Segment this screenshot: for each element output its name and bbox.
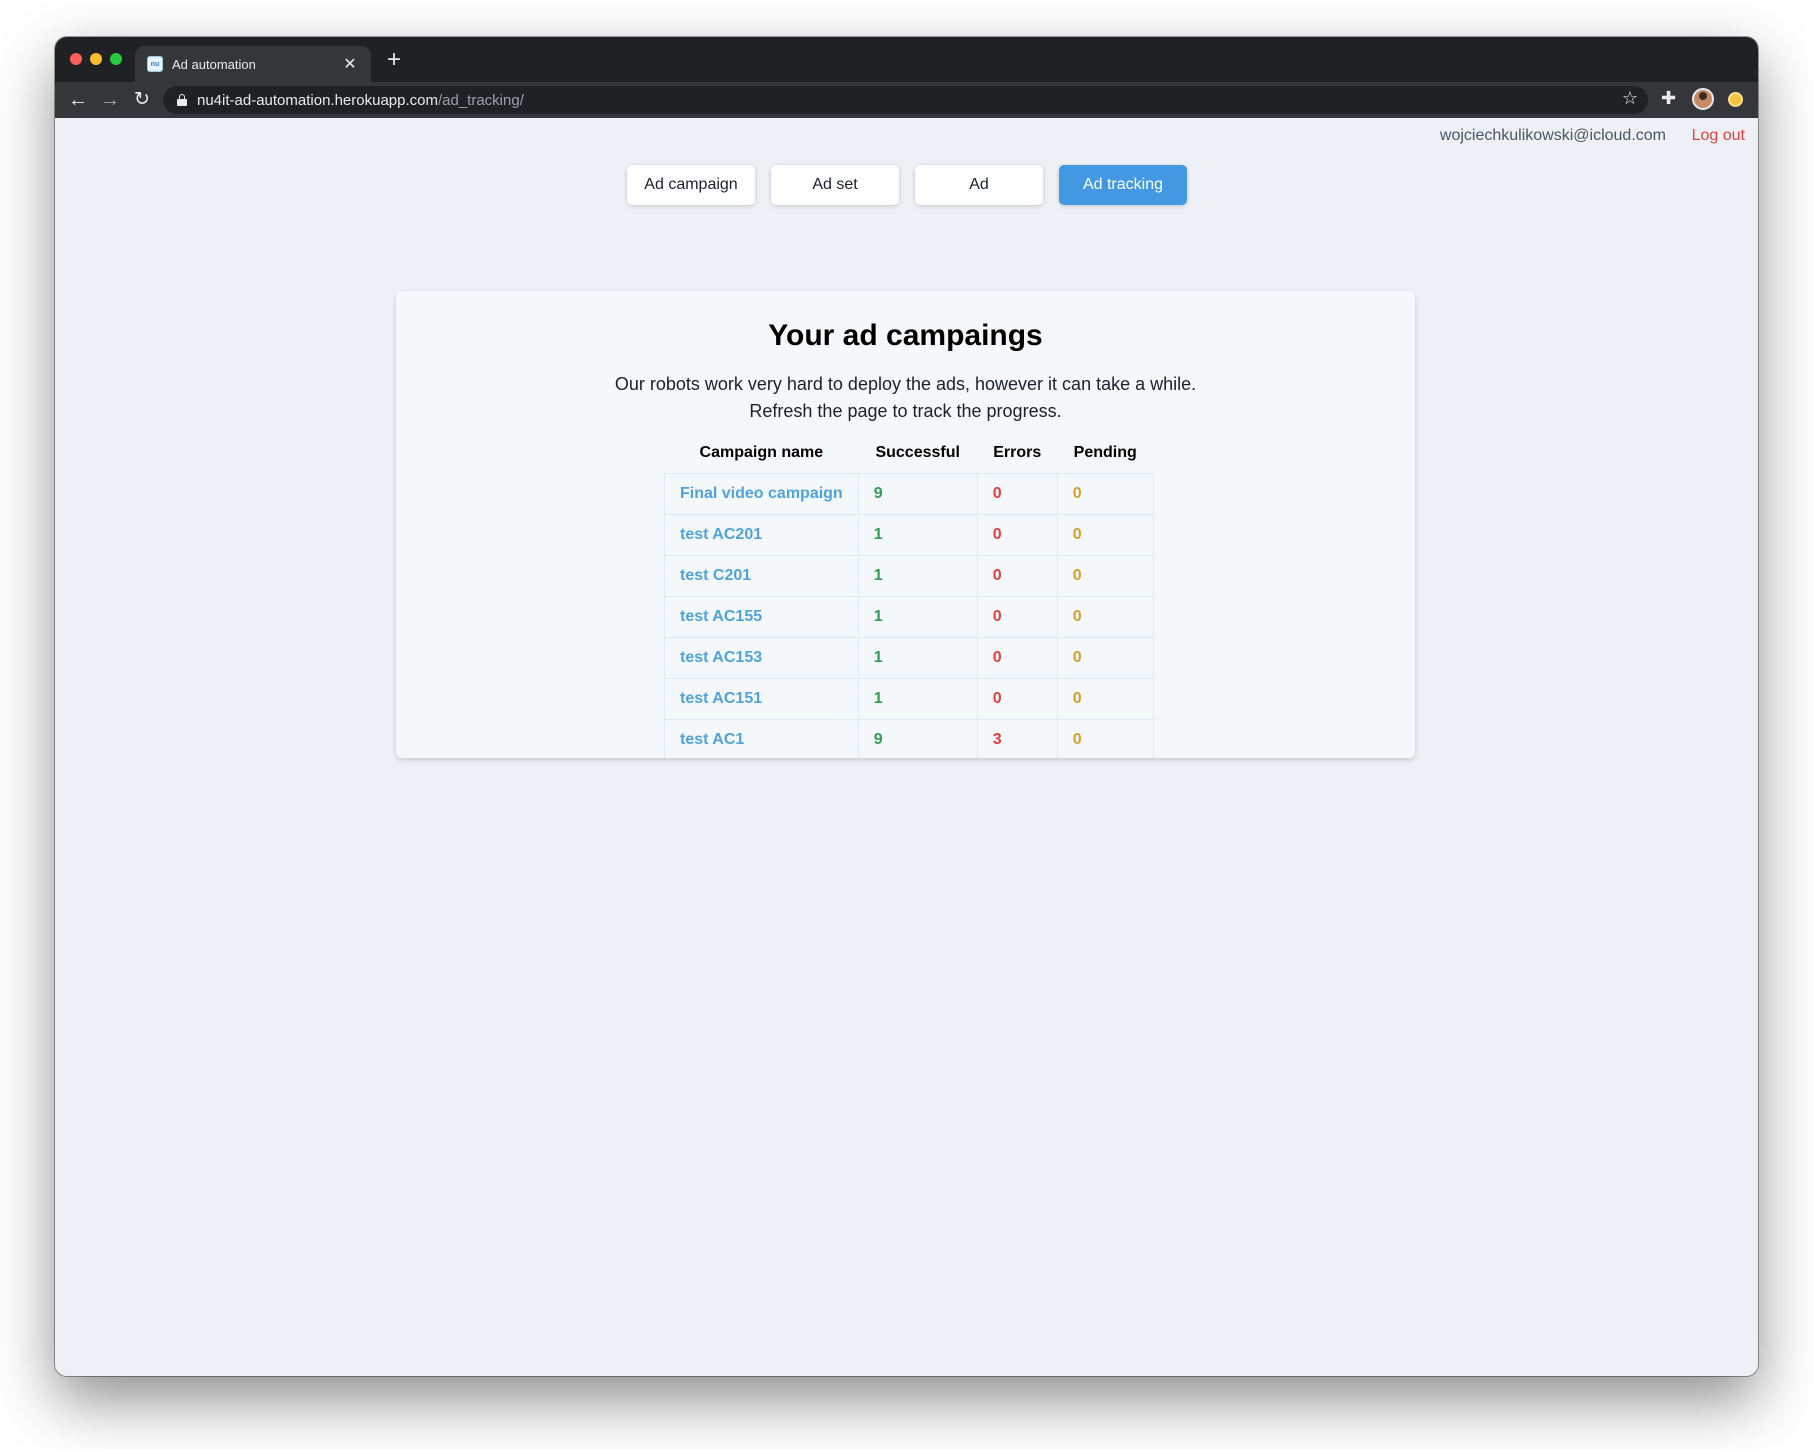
campaign-name-link[interactable]: test AC201 <box>664 513 859 556</box>
browser-window: nu Ad automation ✕ + ← → ↻ nu4it-ad-auto… <box>55 37 1758 1376</box>
new-tab-icon[interactable]: + <box>387 46 401 74</box>
ad-tracking-button[interactable]: Ad tracking <box>1059 165 1187 205</box>
header-campaign-name: Campaign name <box>699 443 824 461</box>
lock-icon <box>177 94 187 106</box>
ad-campaign-button[interactable]: Ad campaign <box>627 165 755 205</box>
campaign-name-link[interactable]: test C201 <box>664 554 859 597</box>
address-bar[interactable]: nu4it-ad-automation.herokuapp.com/ad_tra… <box>163 86 1648 114</box>
table-header-row: Campaign name Successful Errors Pending <box>665 433 1154 473</box>
table-row: test C201 1 0 0 <box>664 554 1154 597</box>
table-row: test AC1 9 3 0 <box>664 718 1154 758</box>
campaign-name-link[interactable]: test AC1 <box>664 718 859 758</box>
bookmark-star-icon[interactable]: ☆ <box>1622 88 1638 109</box>
pending-count: 0 <box>1056 595 1154 638</box>
successful-count: 1 <box>857 554 978 597</box>
minimize-window-button[interactable] <box>90 53 102 65</box>
forward-arrow-icon[interactable]: → <box>96 86 124 114</box>
campaigns-card: Your ad campaings Our robots work very h… <box>396 291 1415 758</box>
favicon-icon: nu <box>147 56 163 72</box>
header-successful: Successful <box>875 443 960 461</box>
ad-set-button[interactable]: Ad set <box>771 165 899 205</box>
campaign-name-link[interactable]: test AC153 <box>664 636 859 679</box>
errors-count: 0 <box>976 472 1058 515</box>
pending-count: 0 <box>1056 718 1154 758</box>
logout-link[interactable]: Log out <box>1692 127 1745 145</box>
pending-count: 0 <box>1056 636 1154 679</box>
url-host: nu4it-ad-automation.herokuapp.com <box>197 91 438 109</box>
table-row: test AC201 1 0 0 <box>664 513 1154 556</box>
campaign-name-link[interactable]: test AC151 <box>664 677 859 720</box>
pending-count: 0 <box>1056 513 1154 556</box>
user-email: wojciechkulikowski@icloud.com <box>1439 127 1666 144</box>
reload-icon[interactable]: ↻ <box>128 86 156 114</box>
campaign-name-link[interactable]: test AC155 <box>664 595 859 638</box>
errors-count: 0 <box>976 636 1058 679</box>
tab-title: Ad automation <box>172 56 256 72</box>
main-nav: Ad campaign Ad set Ad Ad tracking <box>627 165 1187 205</box>
successful-count: 9 <box>857 718 978 758</box>
ad-button[interactable]: Ad <box>915 165 1043 205</box>
extension-icon[interactable] <box>1728 92 1743 107</box>
extensions-puzzle-icon[interactable]: ✚ <box>1661 88 1676 109</box>
table-row: test AC151 1 0 0 <box>664 677 1154 720</box>
errors-count: 0 <box>976 513 1058 556</box>
successful-count: 9 <box>857 472 978 515</box>
close-tab-icon[interactable]: ✕ <box>341 54 359 74</box>
url-path: /ad_tracking/ <box>437 91 524 109</box>
errors-count: 3 <box>976 718 1058 758</box>
table-row: Final video campaign 9 0 0 <box>664 472 1154 515</box>
description: Our robots work very hard to deploy the … <box>396 371 1415 425</box>
browser-toolbar: ← → ↻ nu4it-ad-automation.herokuapp.com /… <box>55 82 1758 118</box>
description-line-1: Our robots work very hard to deploy the … <box>614 374 1197 394</box>
successful-count: 1 <box>857 636 978 679</box>
pending-count: 0 <box>1056 554 1154 597</box>
errors-count: 0 <box>976 595 1058 638</box>
close-window-button[interactable] <box>70 53 82 65</box>
successful-count: 1 <box>857 595 978 638</box>
campaign-name-link[interactable]: Final video campaign <box>664 472 859 515</box>
campaigns-table: Campaign name Successful Errors Pending … <box>664 433 1154 758</box>
tab-bar: nu Ad automation ✕ + <box>55 37 1758 82</box>
profile-avatar[interactable] <box>1692 88 1714 110</box>
page-content: wojciechkulikowski@icloud.com Log out Ad… <box>55 118 1758 1376</box>
back-arrow-icon[interactable]: ← <box>64 86 92 114</box>
browser-tab[interactable]: nu Ad automation ✕ <box>135 46 371 82</box>
successful-count: 1 <box>857 677 978 720</box>
table-row: test AC155 1 0 0 <box>664 595 1154 638</box>
header-errors: Errors <box>993 443 1042 461</box>
errors-count: 0 <box>976 677 1058 720</box>
errors-count: 0 <box>976 554 1058 597</box>
header-pending: Pending <box>1073 443 1137 461</box>
description-line-2: Refresh the page to track the progress. <box>749 401 1062 421</box>
maximize-window-button[interactable] <box>110 53 122 65</box>
table-row: test AC153 1 0 0 <box>664 636 1154 679</box>
pending-count: 0 <box>1056 677 1154 720</box>
successful-count: 1 <box>857 513 978 556</box>
page-title: Your ad campaings <box>768 319 1043 352</box>
pending-count: 0 <box>1056 472 1154 515</box>
